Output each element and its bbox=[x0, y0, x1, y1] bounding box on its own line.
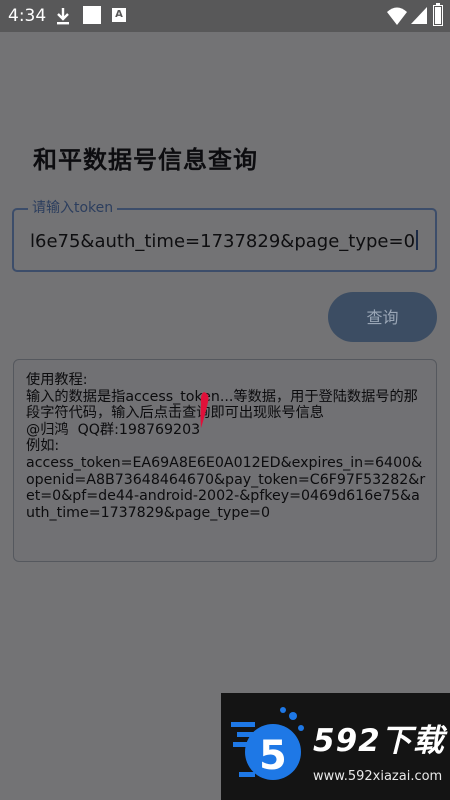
touch-cursor-mark bbox=[200, 392, 209, 428]
tutorial-text: 使用教程: 输入的数据是指access_token...等数据，用于登陆数据号的… bbox=[26, 372, 426, 521]
battery-icon bbox=[433, 3, 443, 26]
token-input-field[interactable]: 请输入token l6e75&auth_time=1737829&page_ty… bbox=[12, 199, 437, 272]
query-button[interactable]: 查询 bbox=[328, 292, 437, 342]
status-time: 4:34 bbox=[8, 6, 47, 26]
text-caret bbox=[416, 230, 419, 250]
download-icon bbox=[57, 8, 69, 25]
logo-digit: 5 bbox=[259, 733, 287, 779]
watermark-592-logo: 5 592下载 www.592xiazai.com bbox=[221, 693, 450, 800]
token-input-value[interactable]: l6e75&auth_time=1737829&page_type=0 bbox=[30, 231, 415, 252]
signal-icon bbox=[411, 7, 427, 24]
page-title: 和平数据号信息查询 bbox=[33, 146, 258, 174]
notification-square-icon bbox=[83, 6, 101, 24]
status-bar: 4:34 A bbox=[0, 0, 450, 32]
token-input-label: 请输入token bbox=[28, 199, 118, 217]
tutorial-panel: 使用教程: 输入的数据是指access_token...等数据，用于登陆数据号的… bbox=[13, 359, 437, 562]
token-input[interactable]: l6e75&auth_time=1737829&page_type=0 bbox=[30, 230, 421, 252]
watermark-brand: 592下载 bbox=[313, 723, 445, 759]
watermark-url: www.592xiazai.com bbox=[313, 769, 443, 784]
app-a-icon: A bbox=[112, 8, 126, 22]
wifi-icon bbox=[387, 7, 407, 25]
